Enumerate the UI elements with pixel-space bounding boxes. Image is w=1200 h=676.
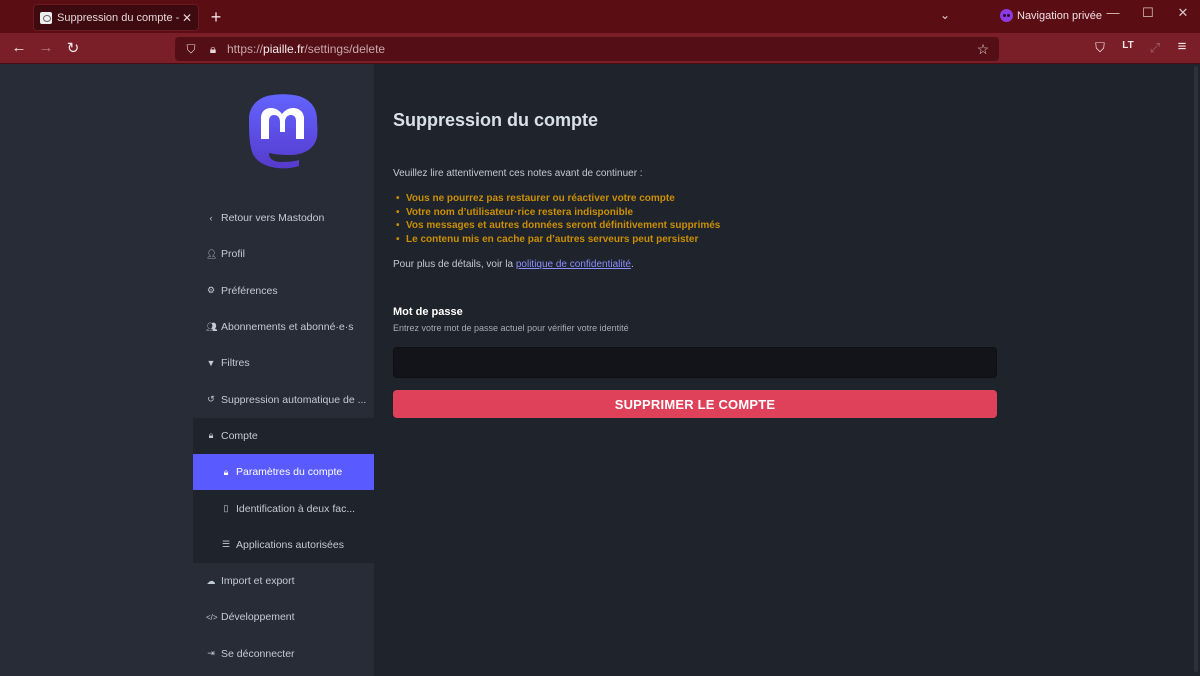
close-window-button[interactable]: ✕: [1173, 5, 1193, 21]
browser-window: Suppression du compte - Piaille ✕ + ⌄ Na…: [0, 0, 1200, 676]
sidebar-item-label: Abonnements et abonné·e·s: [221, 321, 354, 334]
settings-sidebar: ‹ Retour vers Mastodon 👤︎ Profil ⚙ Préféren…: [0, 64, 374, 676]
warning-item: Le contenu mis en cache par d’autres ser…: [393, 233, 720, 247]
sidebar-item-development[interactable]: </> Développement: [193, 599, 374, 635]
url-path: /settings/delete: [304, 42, 386, 56]
chevron-down-icon[interactable]: ⌄: [940, 8, 950, 22]
user-icon: 👤︎: [206, 248, 218, 259]
intro-text: Veuillez lire attentivement ces notes av…: [393, 168, 643, 179]
lock-icon: 🔒︎: [223, 466, 229, 477]
pocket-icon[interactable]: ⛉: [1091, 40, 1109, 56]
privacy-policy-link[interactable]: politique de confidentialité: [516, 259, 631, 270]
sidebar-item-account-settings[interactable]: 🔒︎ Paramètres du compte: [193, 454, 374, 491]
extension-icon[interactable]: ⤢: [1146, 40, 1164, 56]
password-hint: Entrez votre mot de passe actuel pour vé…: [393, 323, 629, 333]
page-title: Suppression du compte: [393, 110, 599, 130]
navigation-bar: ← → ↻ ⛉ 🔒︎ https://piaille.fr/settings/d…: [0, 33, 1200, 64]
lock-icon[interactable]: 🔒︎: [205, 42, 221, 57]
sidebar-item-label: Applications autorisées: [236, 538, 344, 551]
chevron-left-icon: ‹: [209, 213, 213, 224]
sidebar-item-preferences[interactable]: ⚙ Préférences: [193, 273, 374, 309]
delete-account-button[interactable]: SUPPRIMER LE COMPTE: [393, 390, 997, 418]
lock-icon: 🔒︎: [208, 430, 214, 441]
sidebar-item-label: Suppression automatique de ...: [221, 393, 367, 406]
password-label: Mot de passe: [393, 306, 463, 318]
url-host: piaille.fr: [263, 42, 305, 56]
mastodon-logo-icon[interactable]: [247, 94, 319, 172]
tab-active[interactable]: Suppression du compte - Piaille ✕: [33, 4, 199, 31]
sidebar-item-label: Préférences: [221, 284, 278, 297]
sidebar-item-profile[interactable]: 👤︎ Profil: [193, 236, 374, 272]
sidebar-item-authorized-apps[interactable]: ☰ Applications autorisées: [193, 527, 374, 563]
sidebar-item-label: Filtres: [221, 357, 250, 370]
warning-item: Vos messages et autres données seront dé…: [393, 219, 720, 233]
sidebar-item-label: Se déconnecter: [221, 647, 295, 660]
account-submenu: 🔒︎ Compte 🔒︎ Paramètres du compte ▯ Identif…: [193, 417, 374, 563]
maximize-button[interactable]: ☐: [1138, 5, 1158, 21]
sidebar-item-label: Paramètres du compte: [236, 466, 343, 479]
languagetool-icon[interactable]: LT: [1119, 40, 1137, 51]
sidebar-item-label: Compte: [221, 429, 258, 442]
sidebar-item-label: Import et export: [221, 575, 295, 588]
minimize-button[interactable]: —: [1103, 5, 1123, 20]
filter-icon: ▼: [206, 358, 216, 369]
password-field[interactable]: [393, 347, 997, 378]
sidebar-item-label: Retour vers Mastodon: [221, 212, 325, 225]
settings-menu: ‹ Retour vers Mastodon 👤︎ Profil ⚙ Préféren…: [193, 200, 374, 672]
sidebar-item-back-to-mastodon[interactable]: ‹ Retour vers Mastodon: [193, 200, 374, 236]
code-icon: </>: [206, 612, 218, 622]
gear-icon: ⚙: [206, 285, 216, 296]
sidebar-item-logout[interactable]: ⇥ Se déconnecter: [193, 636, 374, 672]
reload-button[interactable]: ↻: [64, 39, 82, 57]
warning-list: Vous ne pourrez pas restaurer ou réactiv…: [393, 192, 720, 246]
new-tab-button[interactable]: +: [207, 7, 225, 28]
mobile-icon: ▯: [223, 503, 229, 514]
url-bar[interactable]: ⛉ 🔒︎ https://piaille.fr/settings/delete …: [175, 37, 999, 61]
sidebar-item-label: Développement: [221, 611, 295, 624]
sidebar-item-account[interactable]: 🔒︎ Compte: [193, 418, 374, 454]
history-icon: ↺: [207, 394, 215, 405]
private-browsing-indicator: Navigation privée: [1000, 9, 1102, 22]
shield-icon[interactable]: ⛉: [183, 42, 199, 57]
sidebar-item-relationships[interactable]: 👥︎ Abonnements et abonné·e·s: [193, 309, 374, 345]
privacy-note-prefix: Pour plus de détails, voir la: [393, 259, 516, 270]
page-scrollbar[interactable]: [1194, 66, 1198, 672]
tab-close-icon[interactable]: ✕: [180, 11, 194, 25]
private-mask-icon: [1000, 9, 1013, 22]
users-icon: 👥︎: [206, 321, 218, 332]
url-scheme: https://: [227, 42, 264, 56]
warning-item: Vous ne pourrez pas restaurer ou réactiv…: [393, 192, 720, 206]
privacy-note: Pour plus de détails, voir la politique …: [393, 259, 634, 270]
private-browsing-label: Navigation privée: [1017, 9, 1102, 22]
sidebar-item-auto-delete[interactable]: ↺ Suppression automatique de ...: [193, 381, 374, 417]
sidebar-item-two-factor[interactable]: ▯ Identification à deux fac...: [193, 490, 374, 526]
sign-out-icon: ⇥: [207, 648, 215, 659]
tab-title: Suppression du compte - Piaille: [57, 11, 180, 24]
sidebar-item-filters[interactable]: ▼ Filtres: [193, 345, 374, 381]
sidebar-item-import-export[interactable]: ☁ Import et export: [193, 563, 374, 599]
url-text[interactable]: https://piaille.fr/settings/delete: [227, 42, 973, 56]
bookmark-star-icon[interactable]: ☆: [973, 41, 993, 58]
forward-button[interactable]: →: [37, 39, 55, 56]
cloud-icon: ☁: [206, 575, 216, 586]
list-icon: ☰: [221, 539, 231, 550]
sidebar-item-label: Identification à deux fac...: [236, 502, 356, 515]
warning-item: Votre nom d’utilisateur·rice restera ind…: [393, 206, 720, 220]
piaille-favicon-icon: [40, 11, 52, 24]
sidebar-item-label: Profil: [221, 248, 245, 261]
menu-icon[interactable]: ≡: [1173, 38, 1191, 55]
back-button[interactable]: ←: [10, 39, 28, 56]
privacy-note-suffix: .: [630, 259, 634, 270]
tab-strip: Suppression du compte - Piaille ✕ + ⌄ Na…: [0, 0, 1200, 33]
page-content: ‹ Retour vers Mastodon 👤︎ Profil ⚙ Préféren…: [0, 64, 1200, 676]
